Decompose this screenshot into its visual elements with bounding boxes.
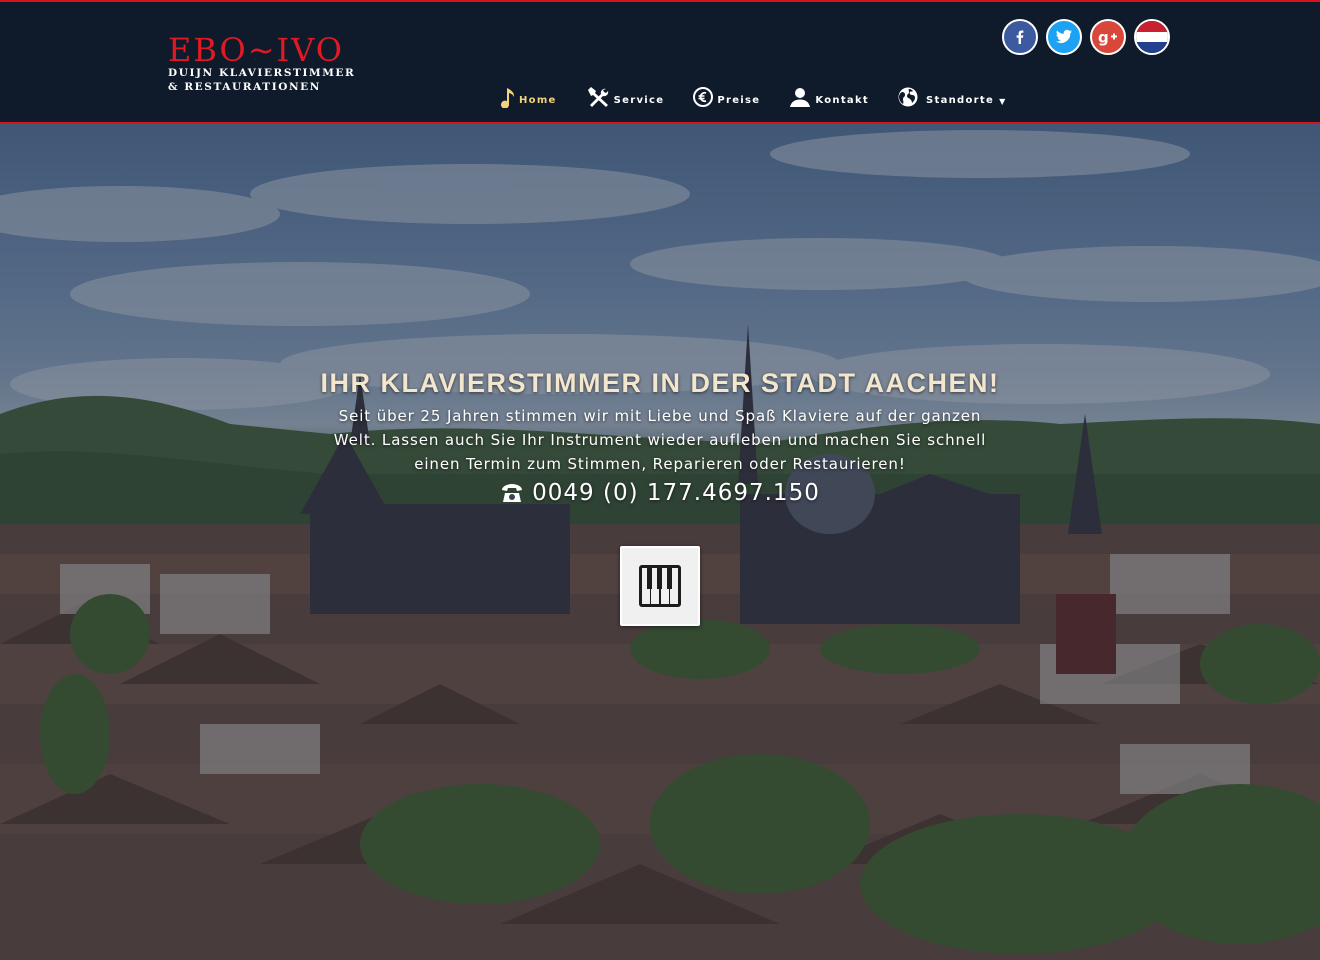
globe-icon [898, 87, 918, 107]
google-plus-button[interactable]: g [1090, 19, 1126, 55]
user-icon [790, 88, 811, 107]
language-switch-nl[interactable] [1134, 19, 1170, 55]
hero-overlay [0, 124, 1320, 960]
phone-link[interactable]: 0049 (0) 177.4697.150 [0, 480, 1320, 506]
site-logo[interactable]: EBO~IVO DUIJN KLAVIERSTIMMER & RESTAURAT… [168, 34, 355, 94]
telephone-icon [502, 484, 523, 502]
main-navigation: Home Service Preise Kontakt Standorte ▼ [498, 86, 1035, 108]
nav-label-service: Service [613, 95, 665, 106]
tools-icon [587, 87, 608, 107]
nav-item-home[interactable]: Home [498, 86, 557, 108]
nav-item-preise[interactable]: Preise [692, 86, 760, 108]
site-header: EBO~IVO DUIJN KLAVIERSTIMMER & RESTAURAT… [0, 0, 1320, 124]
nav-label-standorte: Standorte [925, 95, 995, 106]
hero-headline: IHR KLAVIERSTIMMER IN DER STADT AACHEN! [320, 368, 1000, 398]
svg-text:g: g [1098, 29, 1109, 47]
chevron-down-icon: ▼ [999, 97, 1007, 106]
twitter-icon [1056, 29, 1072, 43]
netherlands-flag-icon [1136, 21, 1168, 32]
nav-label-preise: Preise [717, 95, 761, 106]
logo-subtitle-line2: & RESTAURATIONEN [168, 81, 321, 93]
euro-icon [693, 87, 714, 107]
logo-subtitle-line1: DUIJN KLAVIERSTIMMER [168, 67, 356, 79]
facebook-icon [1016, 30, 1024, 44]
logo-title: EBO~IVO [168, 31, 344, 69]
google-plus-icon: g [1098, 29, 1117, 47]
hero-intro-text: Seit über 25 Jahren stimmen wir mit Lieb… [333, 407, 987, 473]
social-links: g [1002, 19, 1170, 55]
piano-keys-icon [639, 565, 681, 607]
nav-item-service[interactable]: Service [585, 86, 665, 108]
nav-label-home: Home [519, 95, 557, 106]
facebook-button[interactable] [1002, 19, 1038, 55]
nav-label-kontakt: Kontakt [815, 95, 869, 106]
nav-item-kontakt[interactable]: Kontakt [788, 86, 869, 108]
music-note-icon [501, 88, 514, 108]
phone-number: 0049 (0) 177.4697.150 [532, 480, 820, 506]
hero-section: IHR KLAVIERSTIMMER IN DER STADT AACHEN! … [0, 124, 1320, 960]
nav-item-standorte[interactable]: Standorte ▼ [897, 86, 1007, 108]
piano-cta-button[interactable] [620, 546, 700, 626]
twitter-button[interactable] [1046, 19, 1082, 55]
